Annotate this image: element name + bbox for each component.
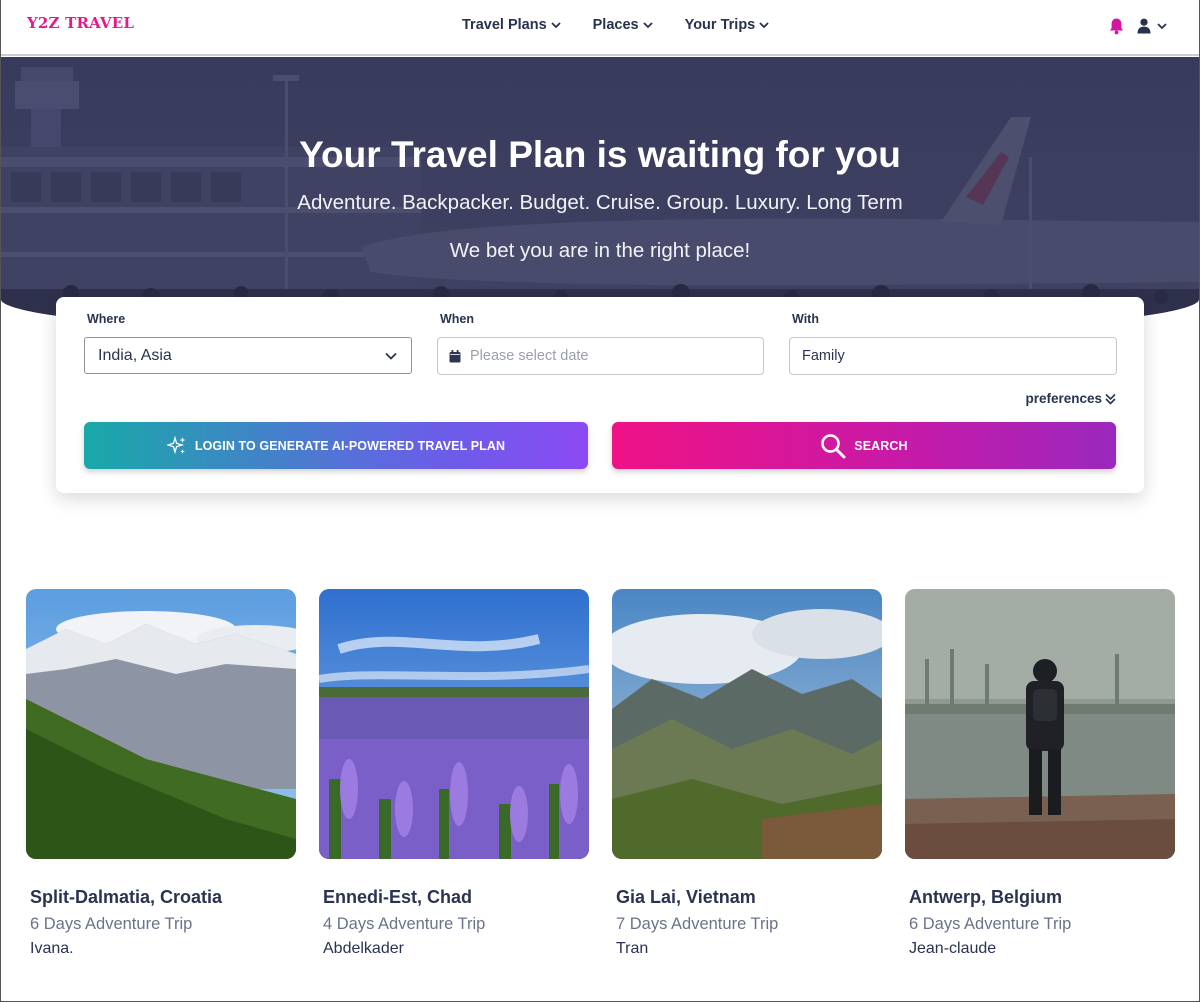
nav-user-area — [1108, 17, 1167, 35]
trip-card-image[interactable] — [905, 589, 1175, 859]
trip-card-image[interactable] — [26, 589, 296, 859]
date-input[interactable]: Please select date — [437, 337, 764, 375]
nav-travel-plans-label: Travel Plans — [462, 17, 547, 33]
trip-card-author: Tran — [616, 940, 649, 957]
when-label: When — [440, 312, 475, 326]
trip-card-image[interactable] — [612, 589, 882, 859]
where-select[interactable]: India, Asia — [84, 337, 412, 374]
search-button[interactable]: SEARCH — [612, 422, 1116, 469]
trip-card-author: Abdelkader — [323, 940, 404, 957]
trip-cards-grid: Split-Dalmatia, Croatia 6 Days Adventure… — [26, 589, 1176, 969]
nav-your-trips[interactable]: Your Trips — [685, 17, 770, 33]
nav-travel-plans[interactable]: Travel Plans — [462, 17, 561, 33]
trip-card-duration: 6 Days Adventure Trip — [909, 915, 1072, 933]
trip-search-form: Where India, Asia When Please select dat… — [56, 297, 1144, 493]
ai-plan-button-label: LOGIN TO GENERATE AI-POWERED TRAVEL PLAN — [194, 438, 506, 453]
sparkles-icon — [166, 435, 186, 454]
lake-hiker-photo — [905, 589, 1175, 859]
calendar-icon — [449, 349, 461, 362]
chevron-down-icon — [1157, 23, 1167, 30]
main-menu: Travel Plans Places Your Trips — [462, 17, 769, 33]
trip-card-title[interactable]: Antwerp, Belgium — [909, 887, 1062, 908]
user-icon — [1137, 18, 1151, 34]
search-icon — [821, 433, 846, 458]
search-button-label: SEARCH — [854, 438, 908, 453]
with-value: Family — [802, 348, 845, 364]
trip-card-image[interactable] — [319, 589, 589, 859]
trip-card-duration: 7 Days Adventure Trip — [616, 915, 779, 933]
chevron-down-icon — [551, 22, 561, 29]
user-menu[interactable] — [1137, 18, 1167, 34]
trip-card-duration: 4 Days Adventure Trip — [323, 915, 486, 933]
nav-places[interactable]: Places — [593, 17, 653, 33]
nav-your-trips-label: Your Trips — [684, 17, 756, 33]
where-value: India, Asia — [98, 346, 172, 364]
preferences-label: preferences — [1025, 391, 1102, 406]
where-label: Where — [87, 312, 126, 326]
hero-tagline: We bet you are in the right place! — [449, 239, 751, 262]
mountain-photo — [26, 589, 296, 859]
trip-card-title[interactable]: Gia Lai, Vietnam — [616, 887, 756, 908]
with-input[interactable]: Family — [789, 337, 1117, 375]
hero-subtitle: Adventure. Backpacker. Budget. Cruise. G… — [297, 191, 903, 214]
trip-card-duration: 6 Days Adventure Trip — [30, 915, 193, 933]
bell-icon[interactable] — [1108, 17, 1125, 35]
hero-title: Your Travel Plan is waiting for you — [299, 134, 901, 175]
preferences-toggle[interactable]: preferences — [1025, 391, 1116, 406]
double-chevron-down-icon — [1105, 393, 1116, 405]
with-label: With — [792, 312, 819, 326]
valley-photo — [612, 589, 882, 859]
nav-places-label: Places — [592, 17, 639, 33]
lupine-field-photo — [319, 589, 589, 859]
brand-logo[interactable]: Y2Z TRAVEL — [27, 14, 134, 32]
trip-card-title[interactable]: Ennedi-Est, Chad — [323, 887, 472, 908]
chevron-down-icon — [385, 352, 397, 360]
trip-card-author: Ivana. — [30, 940, 74, 957]
ai-plan-button[interactable]: LOGIN TO GENERATE AI-POWERED TRAVEL PLAN — [84, 422, 588, 469]
trip-card-author: Jean-claude — [909, 940, 997, 957]
top-navbar: Y2Z TRAVEL Travel Plans Places Your Trip… — [1, 0, 1199, 56]
chevron-down-icon — [759, 22, 769, 29]
chevron-down-icon — [642, 22, 653, 29]
trip-card-title[interactable]: Split-Dalmatia, Croatia — [30, 887, 222, 908]
date-placeholder: Please select date — [470, 348, 589, 364]
